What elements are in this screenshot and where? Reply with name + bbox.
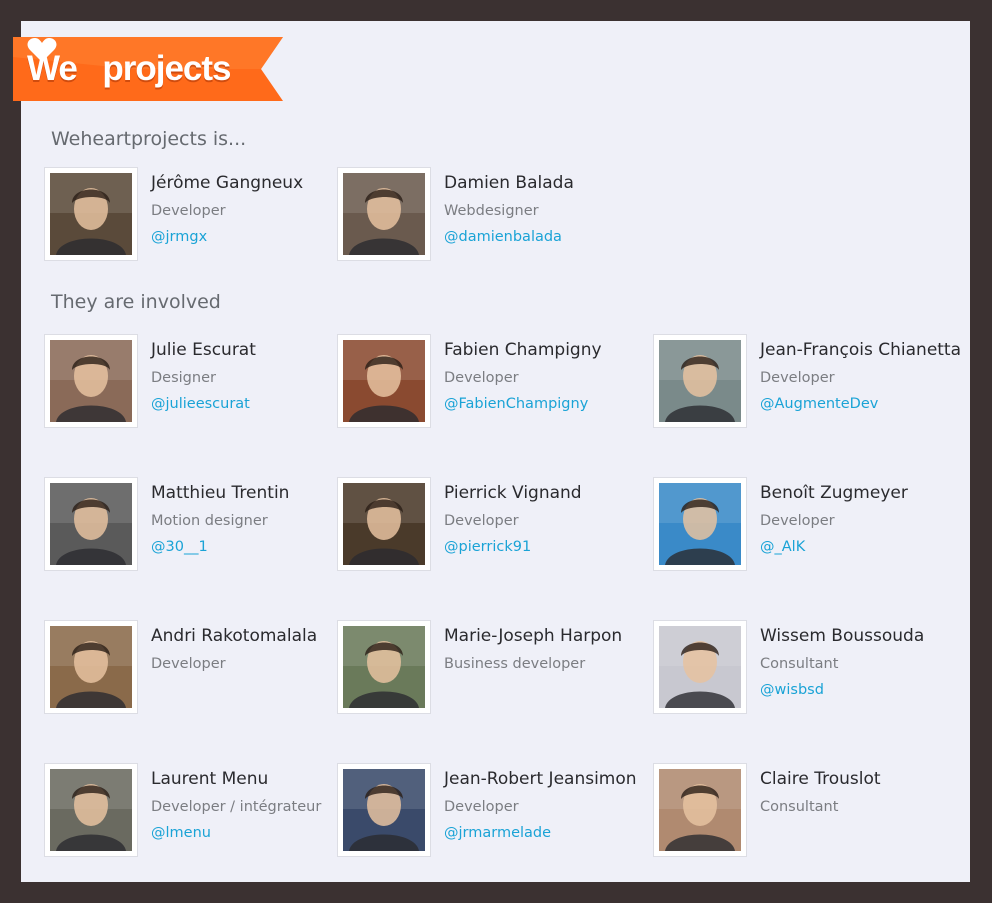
avatar[interactable] [654, 764, 746, 856]
person-name: Jean-François Chianetta [760, 340, 962, 360]
person-name: Fabien Champigny [444, 340, 602, 360]
twitter-handle-link[interactable]: @30__1 [151, 539, 208, 555]
avatar[interactable] [45, 335, 137, 427]
twitter-handle-link[interactable]: @AugmenteDev [760, 396, 878, 412]
person-role: Designer [151, 370, 216, 386]
person-name: Damien Balada [444, 173, 574, 193]
avatar[interactable] [45, 478, 137, 570]
person-role: Developer [151, 656, 226, 672]
avatar[interactable] [45, 764, 137, 856]
person-role: Developer / intégrateur [151, 799, 322, 815]
twitter-handle-link[interactable]: @_AlK [760, 539, 805, 555]
person-name: Marie-Joseph Harpon [444, 626, 623, 646]
twitter-handle-link[interactable]: @lmenu [151, 825, 211, 841]
brand-logo-text: We projects [27, 37, 232, 101]
person-role: Developer [760, 370, 835, 386]
avatar[interactable] [338, 335, 430, 427]
person-role: Consultant [760, 656, 839, 672]
avatar[interactable] [338, 621, 430, 713]
person-name: Jean-Robert Jeansimon [444, 769, 637, 789]
person-role: Developer [151, 203, 226, 219]
person-name: Claire Trouslot [760, 769, 881, 789]
involved-section-title: They are involved [51, 291, 221, 313]
person-name: Laurent Menu [151, 769, 269, 789]
person-role: Motion designer [151, 513, 268, 529]
person-name: Pierrick Vignand [444, 483, 582, 503]
person-name: Julie Escurat [151, 340, 256, 360]
twitter-handle-link[interactable]: @wisbsd [760, 682, 824, 698]
avatar[interactable] [45, 621, 137, 713]
avatar[interactable] [338, 764, 430, 856]
team-section-title: Weheartprojects is... [51, 128, 247, 150]
avatar[interactable] [654, 478, 746, 570]
twitter-handle-link[interactable]: @julieescurat [151, 396, 250, 412]
person-role: Developer [444, 370, 519, 386]
avatar[interactable] [338, 478, 430, 570]
twitter-handle-link[interactable]: @jrmgx [151, 229, 207, 245]
twitter-handle-link[interactable]: @jrmarmelade [444, 825, 551, 841]
person-role: Developer [444, 513, 519, 529]
twitter-handle-link[interactable]: @damienbalada [444, 229, 562, 245]
avatar[interactable] [654, 335, 746, 427]
person-name: Matthieu Trentin [151, 483, 290, 503]
avatar[interactable] [45, 168, 137, 260]
content-panel [21, 21, 970, 882]
person-role: Developer [760, 513, 835, 529]
twitter-handle-link[interactable]: @pierrick91 [444, 539, 531, 555]
person-role: Consultant [760, 799, 839, 815]
brand-word-projects: projects [102, 49, 231, 88]
person-name: Jérôme Gangneux [151, 173, 304, 193]
person-role: Developer [444, 799, 519, 815]
person-role: Webdesigner [444, 203, 539, 219]
twitter-handle-link[interactable]: @FabienChampigny [444, 396, 588, 412]
person-role: Business developer [444, 656, 586, 672]
person-name: Benoît Zugmeyer [760, 483, 908, 503]
avatar[interactable] [654, 621, 746, 713]
brand-ribbon[interactable]: We projects [13, 37, 283, 101]
avatar[interactable] [338, 168, 430, 260]
person-name: Andri Rakotomalala [151, 626, 318, 646]
person-name: Wissem Boussouda [760, 626, 925, 646]
